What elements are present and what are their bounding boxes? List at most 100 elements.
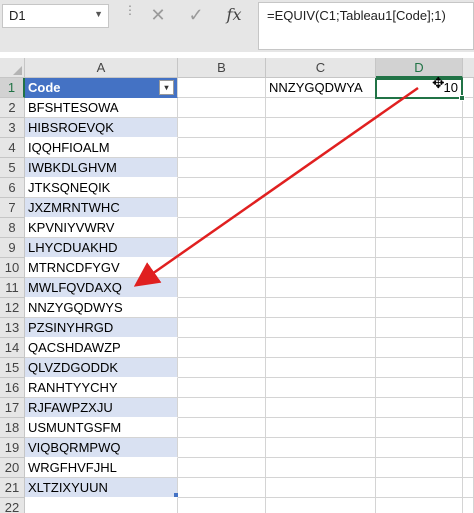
table-cell-code[interactable]: XLTZIXYUUN — [25, 478, 178, 498]
table-cell-code[interactable]: KPVNIYVWRV — [25, 218, 178, 238]
cell-d22[interactable] — [376, 498, 463, 513]
cell-d13[interactable] — [376, 318, 463, 338]
cell-d4[interactable] — [376, 138, 463, 158]
cell-e22[interactable] — [463, 498, 474, 513]
cell-d18[interactable] — [376, 418, 463, 438]
cell-e11[interactable] — [463, 278, 474, 298]
cell-b16[interactable] — [178, 378, 266, 398]
cell-e13[interactable] — [463, 318, 474, 338]
chevron-down-icon[interactable]: ▼ — [94, 9, 103, 19]
column-header-e[interactable] — [463, 58, 474, 78]
cell-d14[interactable] — [376, 338, 463, 358]
row-header-14[interactable]: 14 — [0, 338, 25, 358]
row-header-16[interactable]: 16 — [0, 378, 25, 398]
cell-e5[interactable] — [463, 158, 474, 178]
active-cell-d1[interactable] — [375, 78, 465, 101]
table-cell-code[interactable]: VIQBQRMPWQ — [25, 438, 178, 458]
cell-c20[interactable] — [266, 458, 376, 478]
table-cell-code[interactable]: JTKSQNEQIK — [25, 178, 178, 198]
cell-d10[interactable] — [376, 258, 463, 278]
cell-c2[interactable] — [266, 98, 376, 118]
cell-b2[interactable] — [178, 98, 266, 118]
row-header-5[interactable]: 5 — [0, 158, 25, 178]
cell-d7[interactable] — [376, 198, 463, 218]
cell-d16[interactable] — [376, 378, 463, 398]
cell-d6[interactable] — [376, 178, 463, 198]
cell-d12[interactable] — [376, 298, 463, 318]
row-header-11[interactable]: 11 — [0, 278, 25, 298]
cell-c12[interactable] — [266, 298, 376, 318]
cell-e21[interactable] — [463, 478, 474, 498]
table-cell-code[interactable]: BFSHTESOWA — [25, 98, 178, 118]
fill-handle[interactable] — [459, 95, 465, 101]
cell-c3[interactable] — [266, 118, 376, 138]
table-resize-handle[interactable] — [174, 493, 178, 497]
cell-c16[interactable] — [266, 378, 376, 398]
cell-b8[interactable] — [178, 218, 266, 238]
cell-e9[interactable] — [463, 238, 474, 258]
formula-input[interactable]: =EQUIV(C1;Tableau1[Code];1) — [258, 2, 474, 50]
cell-d9[interactable] — [376, 238, 463, 258]
table-cell-code[interactable]: IWBKDLGHVM — [25, 158, 178, 178]
cell-c19[interactable] — [266, 438, 376, 458]
table-cell-code[interactable]: RANHTYYCHY — [25, 378, 178, 398]
table-cell-code[interactable]: WRGFHVFJHL — [25, 458, 178, 478]
row-header-10[interactable]: 10 — [0, 258, 25, 278]
cell-b20[interactable] — [178, 458, 266, 478]
cell-b1[interactable] — [178, 78, 266, 98]
cell-b11[interactable] — [178, 278, 266, 298]
row-header-8[interactable]: 8 — [0, 218, 25, 238]
cell-d11[interactable] — [376, 278, 463, 298]
cell-d17[interactable] — [376, 398, 463, 418]
name-box[interactable]: D1 ▼ — [2, 4, 109, 28]
cell-b6[interactable] — [178, 178, 266, 198]
cell-b7[interactable] — [178, 198, 266, 218]
cell-d8[interactable] — [376, 218, 463, 238]
cell-e3[interactable] — [463, 118, 474, 138]
cell-a22[interactable] — [25, 498, 178, 513]
cell-e14[interactable] — [463, 338, 474, 358]
cell-e19[interactable] — [463, 438, 474, 458]
cell-c15[interactable] — [266, 358, 376, 378]
table-cell-code[interactable]: NNZYGQDWYS — [25, 298, 178, 318]
cell-e4[interactable] — [463, 138, 474, 158]
row-header-17[interactable]: 17 — [0, 398, 25, 418]
cell-e20[interactable] — [463, 458, 474, 478]
cell-c4[interactable] — [266, 138, 376, 158]
cell-b3[interactable] — [178, 118, 266, 138]
cell-e18[interactable] — [463, 418, 474, 438]
cell-c7[interactable] — [266, 198, 376, 218]
cell-e8[interactable] — [463, 218, 474, 238]
cell-b21[interactable] — [178, 478, 266, 498]
row-header-13[interactable]: 13 — [0, 318, 25, 338]
cell-d20[interactable] — [376, 458, 463, 478]
table-cell-code[interactable]: USMUNTGSFM — [25, 418, 178, 438]
cell-d15[interactable] — [376, 358, 463, 378]
cell-c10[interactable] — [266, 258, 376, 278]
column-header-b[interactable]: B — [178, 58, 266, 78]
cell-b19[interactable] — [178, 438, 266, 458]
cell-c6[interactable] — [266, 178, 376, 198]
row-header-1[interactable]: 1 — [0, 78, 25, 98]
cell-e2[interactable] — [463, 98, 474, 118]
table-cell-code[interactable]: PZSINYHRGD — [25, 318, 178, 338]
cell-e12[interactable] — [463, 298, 474, 318]
cell-b18[interactable] — [178, 418, 266, 438]
cell-b17[interactable] — [178, 398, 266, 418]
enter-button[interactable]: ✓ — [180, 4, 212, 28]
cell-c5[interactable] — [266, 158, 376, 178]
select-all-button[interactable] — [0, 58, 25, 78]
cell-c22[interactable] — [266, 498, 376, 513]
cell-c17[interactable] — [266, 398, 376, 418]
row-header-6[interactable]: 6 — [0, 178, 25, 198]
row-header-15[interactable]: 15 — [0, 358, 25, 378]
cell-b12[interactable] — [178, 298, 266, 318]
table-cell-code[interactable]: LHYCDUAKHD — [25, 238, 178, 258]
column-header-c[interactable]: C — [266, 58, 376, 78]
cell-c8[interactable] — [266, 218, 376, 238]
filter-dropdown-icon[interactable]: ▾ — [159, 80, 174, 95]
table-cell-code[interactable]: IQQHFIOALM — [25, 138, 178, 158]
cell-b10[interactable] — [178, 258, 266, 278]
cell-c21[interactable] — [266, 478, 376, 498]
row-header-2[interactable]: 2 — [0, 98, 25, 118]
